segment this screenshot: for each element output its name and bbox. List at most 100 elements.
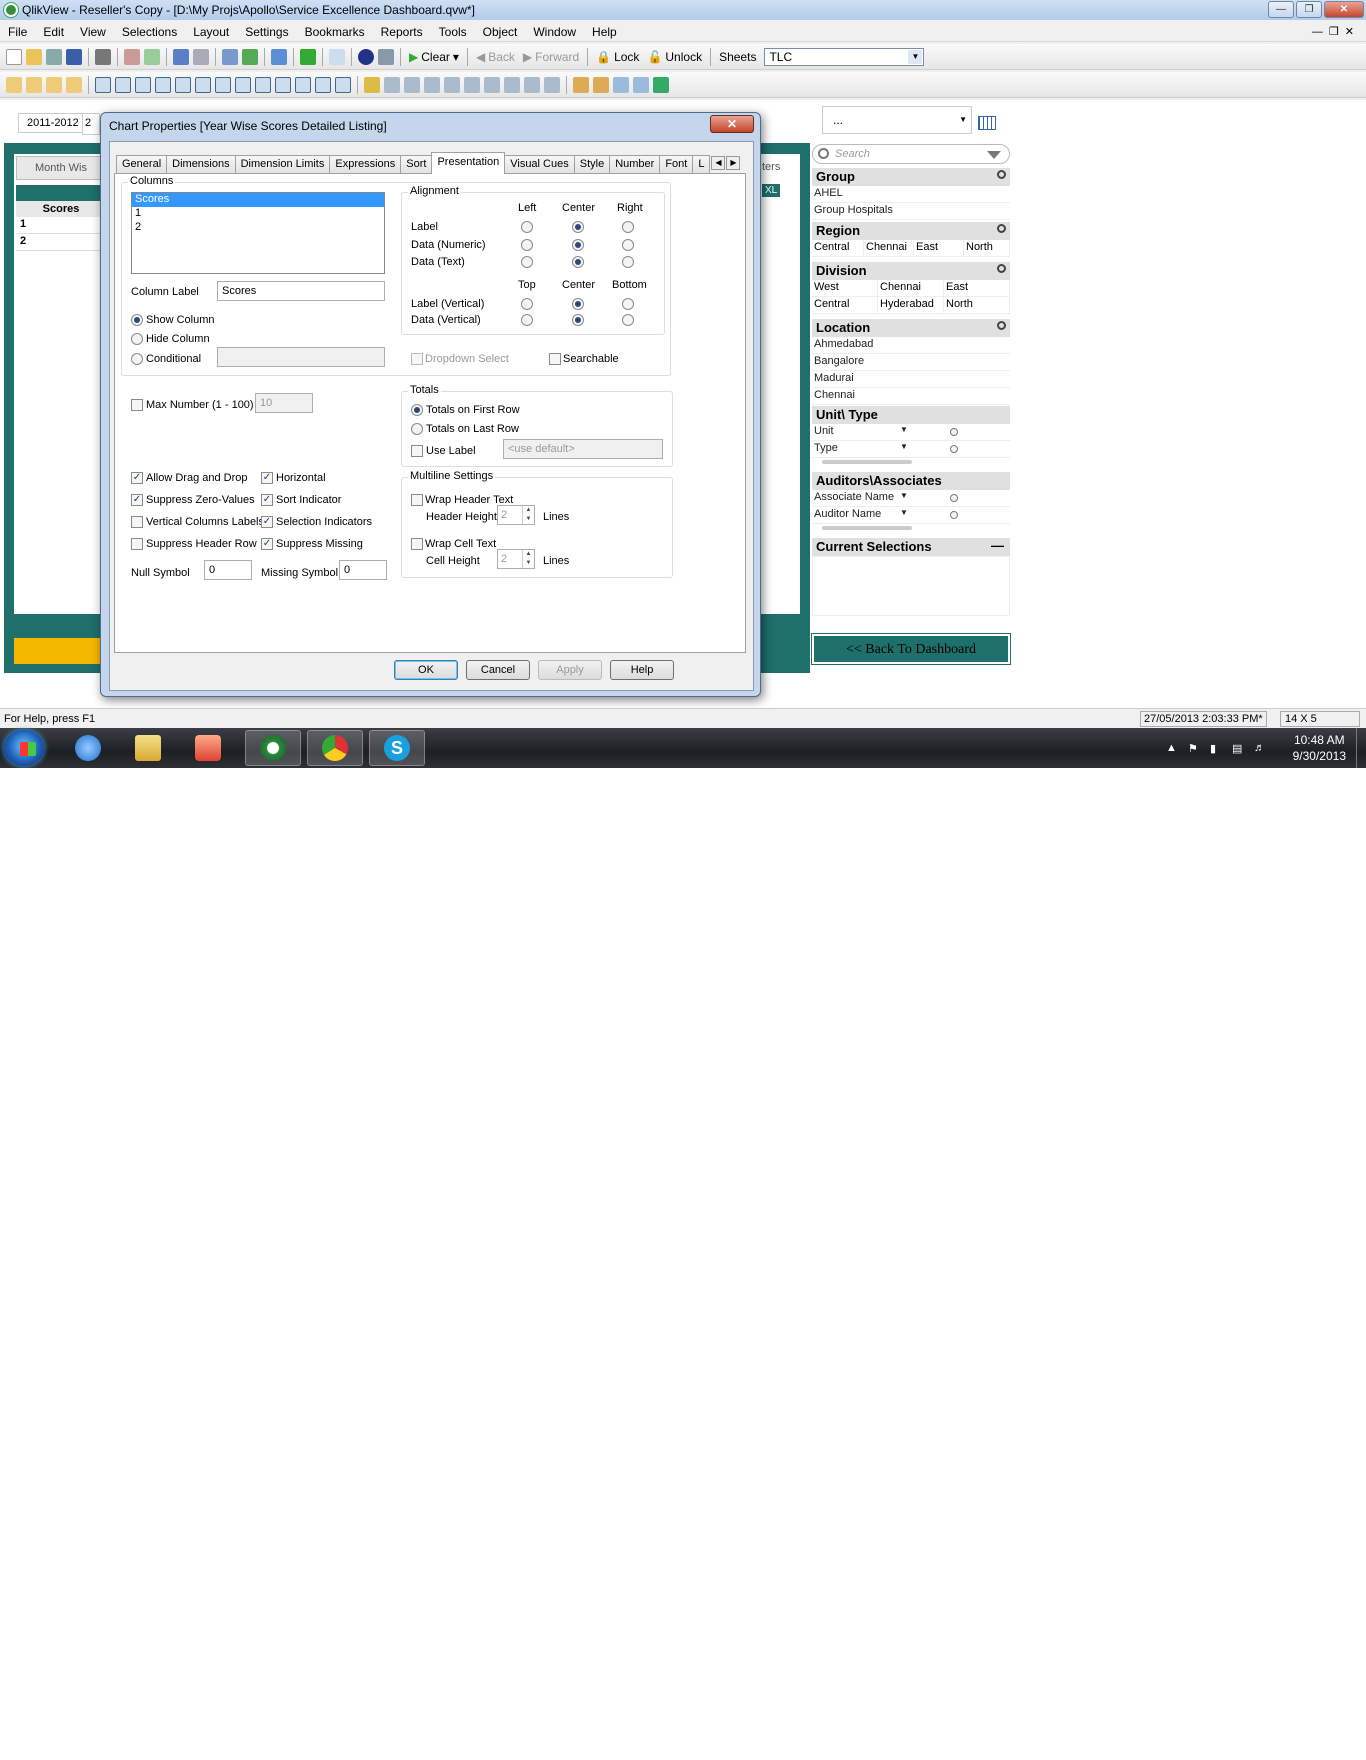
text-right-radio[interactable] [622,256,634,268]
start-button[interactable] [4,730,44,766]
clock[interactable]: 10:48 AM 9/30/2013 [1293,732,1346,764]
align-middle-icon[interactable] [484,76,500,93]
tab-expressions[interactable]: Expressions [329,155,402,174]
chart-object-icon[interactable] [155,76,171,93]
new-sheet-icon[interactable] [6,76,22,93]
apply-button[interactable]: Apply [538,660,602,680]
tab-presentation[interactable]: Presentation [431,152,506,174]
horizontal-checkbox[interactable]: ✓ [261,472,273,484]
table-row[interactable]: 1 [16,218,106,234]
search-icon[interactable] [997,224,1006,233]
filters-label[interactable]: ters [762,161,780,173]
align-right-icon[interactable] [444,76,460,93]
allow-drag-checkbox[interactable]: ✓ [131,472,143,484]
tab-general[interactable]: General [116,155,168,174]
minimize-button[interactable]: — [1268,1,1294,18]
dropdown-select-checkbox[interactable] [411,353,423,365]
list-item[interactable]: 1 [132,207,384,221]
multibox-field[interactable]: Auditor Name ▼ [812,507,1010,524]
tab-style[interactable]: Style [573,155,611,174]
numeric-center-radio[interactable] [572,239,584,251]
bookmark-star-icon[interactable] [300,48,316,65]
menu-settings[interactable]: Settings [237,25,296,39]
stepper-arrows-icon[interactable]: ▲ ▼ [522,506,534,524]
forward-button[interactable]: ▶ Forward [523,50,579,64]
reload-icon[interactable] [46,48,62,65]
tab-dimensions[interactable]: Dimensions [166,155,236,174]
search-icon[interactable] [997,170,1006,179]
totals-first-row-radio[interactable] [411,404,423,416]
lock-button[interactable]: 🔒 Lock [596,50,639,64]
use-label-checkbox[interactable] [411,445,423,457]
space-horizontal-icon[interactable] [524,76,540,93]
show-hidden-icons-icon[interactable]: ▲ [1166,742,1178,754]
back-to-dashboard-button[interactable]: << Back To Dashboard [811,633,1011,665]
volume-muted-icon[interactable]: ♬ [1254,742,1266,754]
undo-icon[interactable] [173,48,189,65]
minimize-icon[interactable]: — [991,538,1004,553]
label-bottom-radio[interactable] [622,298,634,310]
back-button[interactable]: ◀ Back [476,50,515,64]
sheets-dropdown[interactable]: TLC ▼ [764,47,925,66]
use-label-field[interactable]: <use default> [503,439,663,459]
tab-scroll-left-icon[interactable]: ◀ [711,156,726,170]
align-center-icon[interactable] [424,76,440,93]
statistics-box-icon[interactable] [115,76,131,93]
multibox-field[interactable]: Unit ▼ [812,424,1010,441]
list-item[interactable]: Chennai [812,388,1010,405]
print-icon[interactable] [95,48,111,65]
sheet-prev-icon[interactable] [26,76,42,93]
text-left-radio[interactable] [521,256,533,268]
list-item[interactable]: Central [812,240,864,257]
hide-column-radio[interactable] [131,333,143,345]
list-item[interactable]: Bangalore [812,354,1010,371]
columns-list[interactable]: Scores 1 2 [131,192,385,274]
restore-button[interactable]: ❐ [1296,1,1322,18]
line-arrow-icon[interactable] [255,76,271,93]
sheet-props-icon[interactable] [66,76,82,93]
menu-window[interactable]: Window [525,25,584,39]
numeric-left-radio[interactable] [521,239,533,251]
help-icon[interactable] [358,48,374,65]
tab-visual-cues[interactable]: Visual Cues [504,155,575,174]
taskbar-explorer[interactable] [120,730,176,766]
button-object-icon[interactable] [275,76,291,93]
text-center-radio[interactable] [572,256,584,268]
list-item[interactable]: Hyderabad [878,297,944,314]
taskbar-skype[interactable]: S [369,730,425,766]
close-button[interactable]: ✕ [1324,1,1364,18]
menu-object[interactable]: Object [475,25,526,39]
menu-help[interactable]: Help [584,25,625,39]
label-center-radio[interactable] [572,221,584,233]
search-icon[interactable] [222,48,238,65]
wrap-header-checkbox[interactable] [411,494,423,506]
export-icon[interactable] [144,48,160,65]
network-icon[interactable]: ▤ [1232,742,1244,755]
cell-height-stepper[interactable]: 2 ▲ ▼ [497,549,535,569]
battery-icon[interactable]: ▮ [1210,742,1222,755]
help-button[interactable]: Help [610,660,674,680]
tab-sort[interactable]: Sort [400,155,433,174]
current-selections-icon[interactable] [195,76,211,93]
user-preferences-icon[interactable] [633,76,649,93]
menu-view[interactable]: View [72,25,114,39]
scores-column-header[interactable]: Scores [16,201,106,217]
year-selector-2[interactable]: 2 [82,113,100,135]
conditional-radio[interactable] [131,353,143,365]
list-item[interactable]: East [944,280,1010,297]
list-item[interactable]: 2 [132,221,384,235]
search-icon[interactable] [997,264,1006,273]
top-selector[interactable]: ... ▼ [822,106,972,134]
totals-last-row-radio[interactable] [411,423,423,435]
tab-layout[interactable]: L [692,155,711,174]
data-bottom-radio[interactable] [622,314,634,326]
input-box-icon[interactable] [175,76,191,93]
multibox-field[interactable]: Associate Name ▼ [812,490,1010,507]
missing-symbol-field[interactable]: 0 [339,560,387,580]
align-icon[interactable] [384,76,400,93]
list-item[interactable]: Central [812,297,878,314]
expression-icon[interactable] [653,76,669,93]
search-icon[interactable] [997,321,1006,330]
export-xl-button[interactable]: XL [762,184,781,197]
label-top-radio[interactable] [521,298,533,310]
